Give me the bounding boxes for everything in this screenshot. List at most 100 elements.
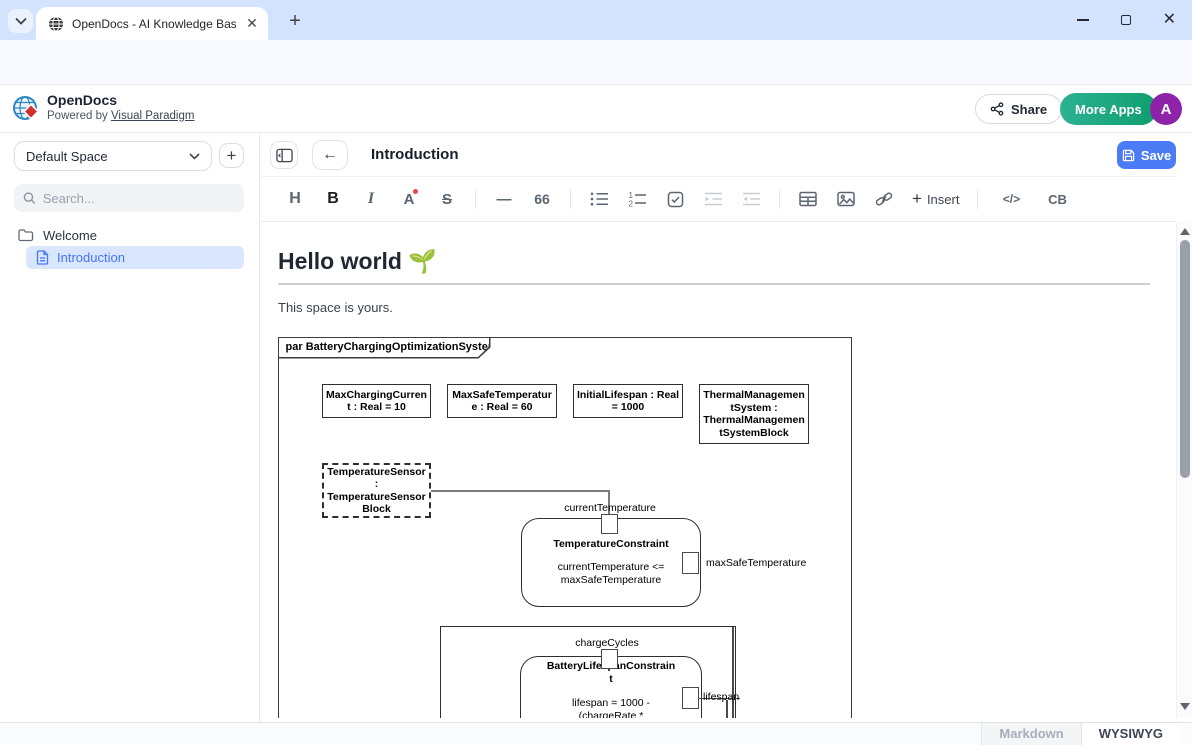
maximize-button[interactable] [1121, 15, 1131, 25]
back-arrow-icon: ← [322, 146, 338, 164]
editor-mode-bar: Markdown WYSIWYG [0, 722, 1192, 745]
bold-button[interactable]: B [323, 188, 343, 210]
port-current-temperature[interactable] [601, 514, 618, 534]
chevron-down-icon [189, 153, 200, 160]
more-apps-button[interactable]: More Apps [1060, 93, 1157, 125]
browser-nav-bar: ← → ↻ ai-toolbox.visual-paradigm.com/app… [0, 40, 1192, 85]
svg-text:1: 1 [628, 191, 633, 200]
document-paragraph: This space is yours. [278, 300, 393, 315]
ordered-list-button[interactable]: 12 [627, 188, 647, 210]
font-color-button[interactable]: A [399, 188, 419, 210]
indent-button[interactable] [703, 188, 723, 210]
sidebar-item-introduction[interactable]: Introduction [26, 246, 244, 269]
svg-text:2: 2 [628, 200, 633, 208]
editor-scrollbar[interactable] [1176, 222, 1192, 718]
document-canvas[interactable]: Hello world 🌱 This space is yours. par B… [261, 222, 1176, 718]
insert-button[interactable]: + Insert [912, 189, 959, 209]
table-icon [799, 191, 817, 207]
browser-tab-strip: OpenDocs - AI Knowledge Base ✕ + ✕ [0, 0, 1192, 40]
bullet-list-button[interactable] [589, 188, 609, 210]
code-block-button[interactable]: CB [1044, 188, 1070, 210]
table-button[interactable] [798, 188, 818, 210]
temperature-sensor-block[interactable]: TemperatureSensor : TemperatureSensor Bl… [322, 463, 431, 518]
frame-keyword: par [286, 341, 306, 353]
powered-by-text: Powered by [47, 110, 111, 122]
chevron-down-icon [15, 17, 27, 25]
sidebar-folder-label: Welcome [43, 228, 97, 243]
port-max-safe-temperature[interactable] [682, 552, 699, 574]
heading-button[interactable]: H [285, 188, 305, 210]
tab-favicon-globe-icon [48, 16, 64, 32]
search-input[interactable] [43, 191, 235, 206]
app-header: OpenDocs Powered by Visual Paradigm Shar… [0, 85, 1192, 133]
link-button[interactable] [874, 188, 894, 210]
editor-title-bar: ← Introduction Save [261, 133, 1176, 177]
save-icon [1122, 149, 1135, 162]
close-button[interactable]: ✕ [1163, 15, 1176, 25]
outdent-icon [742, 191, 761, 207]
browser-tab[interactable]: OpenDocs - AI Knowledge Base ✕ [36, 7, 268, 40]
space-selector-value: Default Space [26, 149, 108, 164]
space-selector[interactable]: Default Space [14, 141, 212, 171]
share-button[interactable]: Share [975, 94, 1062, 124]
scrollbar-thumb[interactable] [1180, 240, 1190, 478]
back-nav-button[interactable]: ← [312, 140, 348, 170]
scrollbar-down-arrow[interactable] [1180, 703, 1190, 710]
sidebar-item-welcome[interactable]: Welcome [18, 226, 97, 244]
sidebar: Default Space + Welcome Introduction [0, 133, 260, 722]
screen: OpenDocs - AI Knowledge Base ✕ + ✕ ← → ↻… [0, 0, 1192, 745]
toolbar-divider [779, 189, 780, 209]
port-label-current-temperature: currentTemperature [530, 502, 690, 514]
search-icon [23, 191, 36, 205]
port-lifespan[interactable] [682, 687, 699, 709]
parametric-diagram[interactable]: par BatteryChargingOptimizationSystem Ma… [278, 337, 852, 718]
powered-by: Powered by Visual Paradigm [47, 110, 194, 122]
sidebar-doc-label: Introduction [57, 250, 125, 265]
app-title: OpenDocs [47, 92, 117, 108]
tab-title: OpenDocs - AI Knowledge Base [72, 17, 236, 31]
connector-sensor-to-port [431, 490, 610, 492]
battery-constraint-expression: lifespan = 1000 - (chargeRate * [521, 697, 701, 718]
document-icon [36, 250, 49, 265]
image-button[interactable] [836, 188, 856, 210]
blockquote-button[interactable]: 66 [532, 188, 552, 210]
minimize-button[interactable] [1077, 19, 1089, 21]
toggle-sidebar-button[interactable] [270, 141, 298, 169]
port-label-max-safe-temperature: maxSafeTemperature [706, 557, 806, 569]
toolbar-divider [475, 189, 476, 209]
horizontal-rule-button[interactable]: — [494, 188, 514, 210]
param-box-initial-lifespan[interactable]: InitialLifespan : Real = 1000 [573, 384, 683, 418]
tab-search-button[interactable] [8, 9, 33, 33]
param-box-max-safe-temperature[interactable]: MaxSafeTemperatur e : Real = 60 [447, 384, 557, 418]
outdent-button[interactable] [741, 188, 761, 210]
param-box-max-charging-current[interactable]: MaxChargingCurren t : Real = 10 [322, 384, 431, 418]
mode-tab-wysiwyg[interactable]: WYSIWYG [1082, 723, 1180, 745]
tab-close-icon[interactable]: ✕ [244, 15, 260, 32]
port-label-lifespan: lifespan [703, 691, 739, 703]
diagram-frame-label: par BatteryChargingOptimizationSystem [278, 337, 491, 359]
sidebar-search[interactable] [14, 184, 244, 212]
add-space-button[interactable]: + [219, 143, 244, 168]
port-charge-cycles[interactable] [601, 649, 618, 669]
inline-code-button[interactable]: </> [996, 188, 1026, 210]
new-tab-button[interactable]: + [282, 8, 308, 34]
save-label: Save [1141, 148, 1171, 163]
editor-toolbar: H B I A S — 66 12 [261, 177, 1176, 222]
italic-button[interactable]: I [361, 188, 381, 210]
indent-icon [704, 191, 723, 207]
plus-icon: + [912, 189, 922, 209]
opendocs-logo-icon [12, 94, 42, 129]
visual-paradigm-link[interactable]: Visual Paradigm [111, 110, 195, 122]
scrollbar-up-arrow[interactable] [1180, 228, 1190, 235]
strikethrough-button[interactable]: S [437, 188, 457, 210]
link-icon [875, 191, 893, 207]
param-box-thermal-management[interactable]: ThermalManagemen tSystem : ThermalManage… [699, 384, 809, 444]
window-controls: ✕ [1077, 0, 1176, 40]
account-avatar[interactable]: A [1150, 93, 1182, 125]
share-label: Share [1011, 102, 1047, 117]
toolbar-divider [977, 189, 978, 209]
toolbar-divider [570, 189, 571, 209]
save-button[interactable]: Save [1117, 141, 1176, 169]
task-list-button[interactable] [665, 188, 685, 210]
mode-tab-markdown[interactable]: Markdown [981, 723, 1081, 745]
